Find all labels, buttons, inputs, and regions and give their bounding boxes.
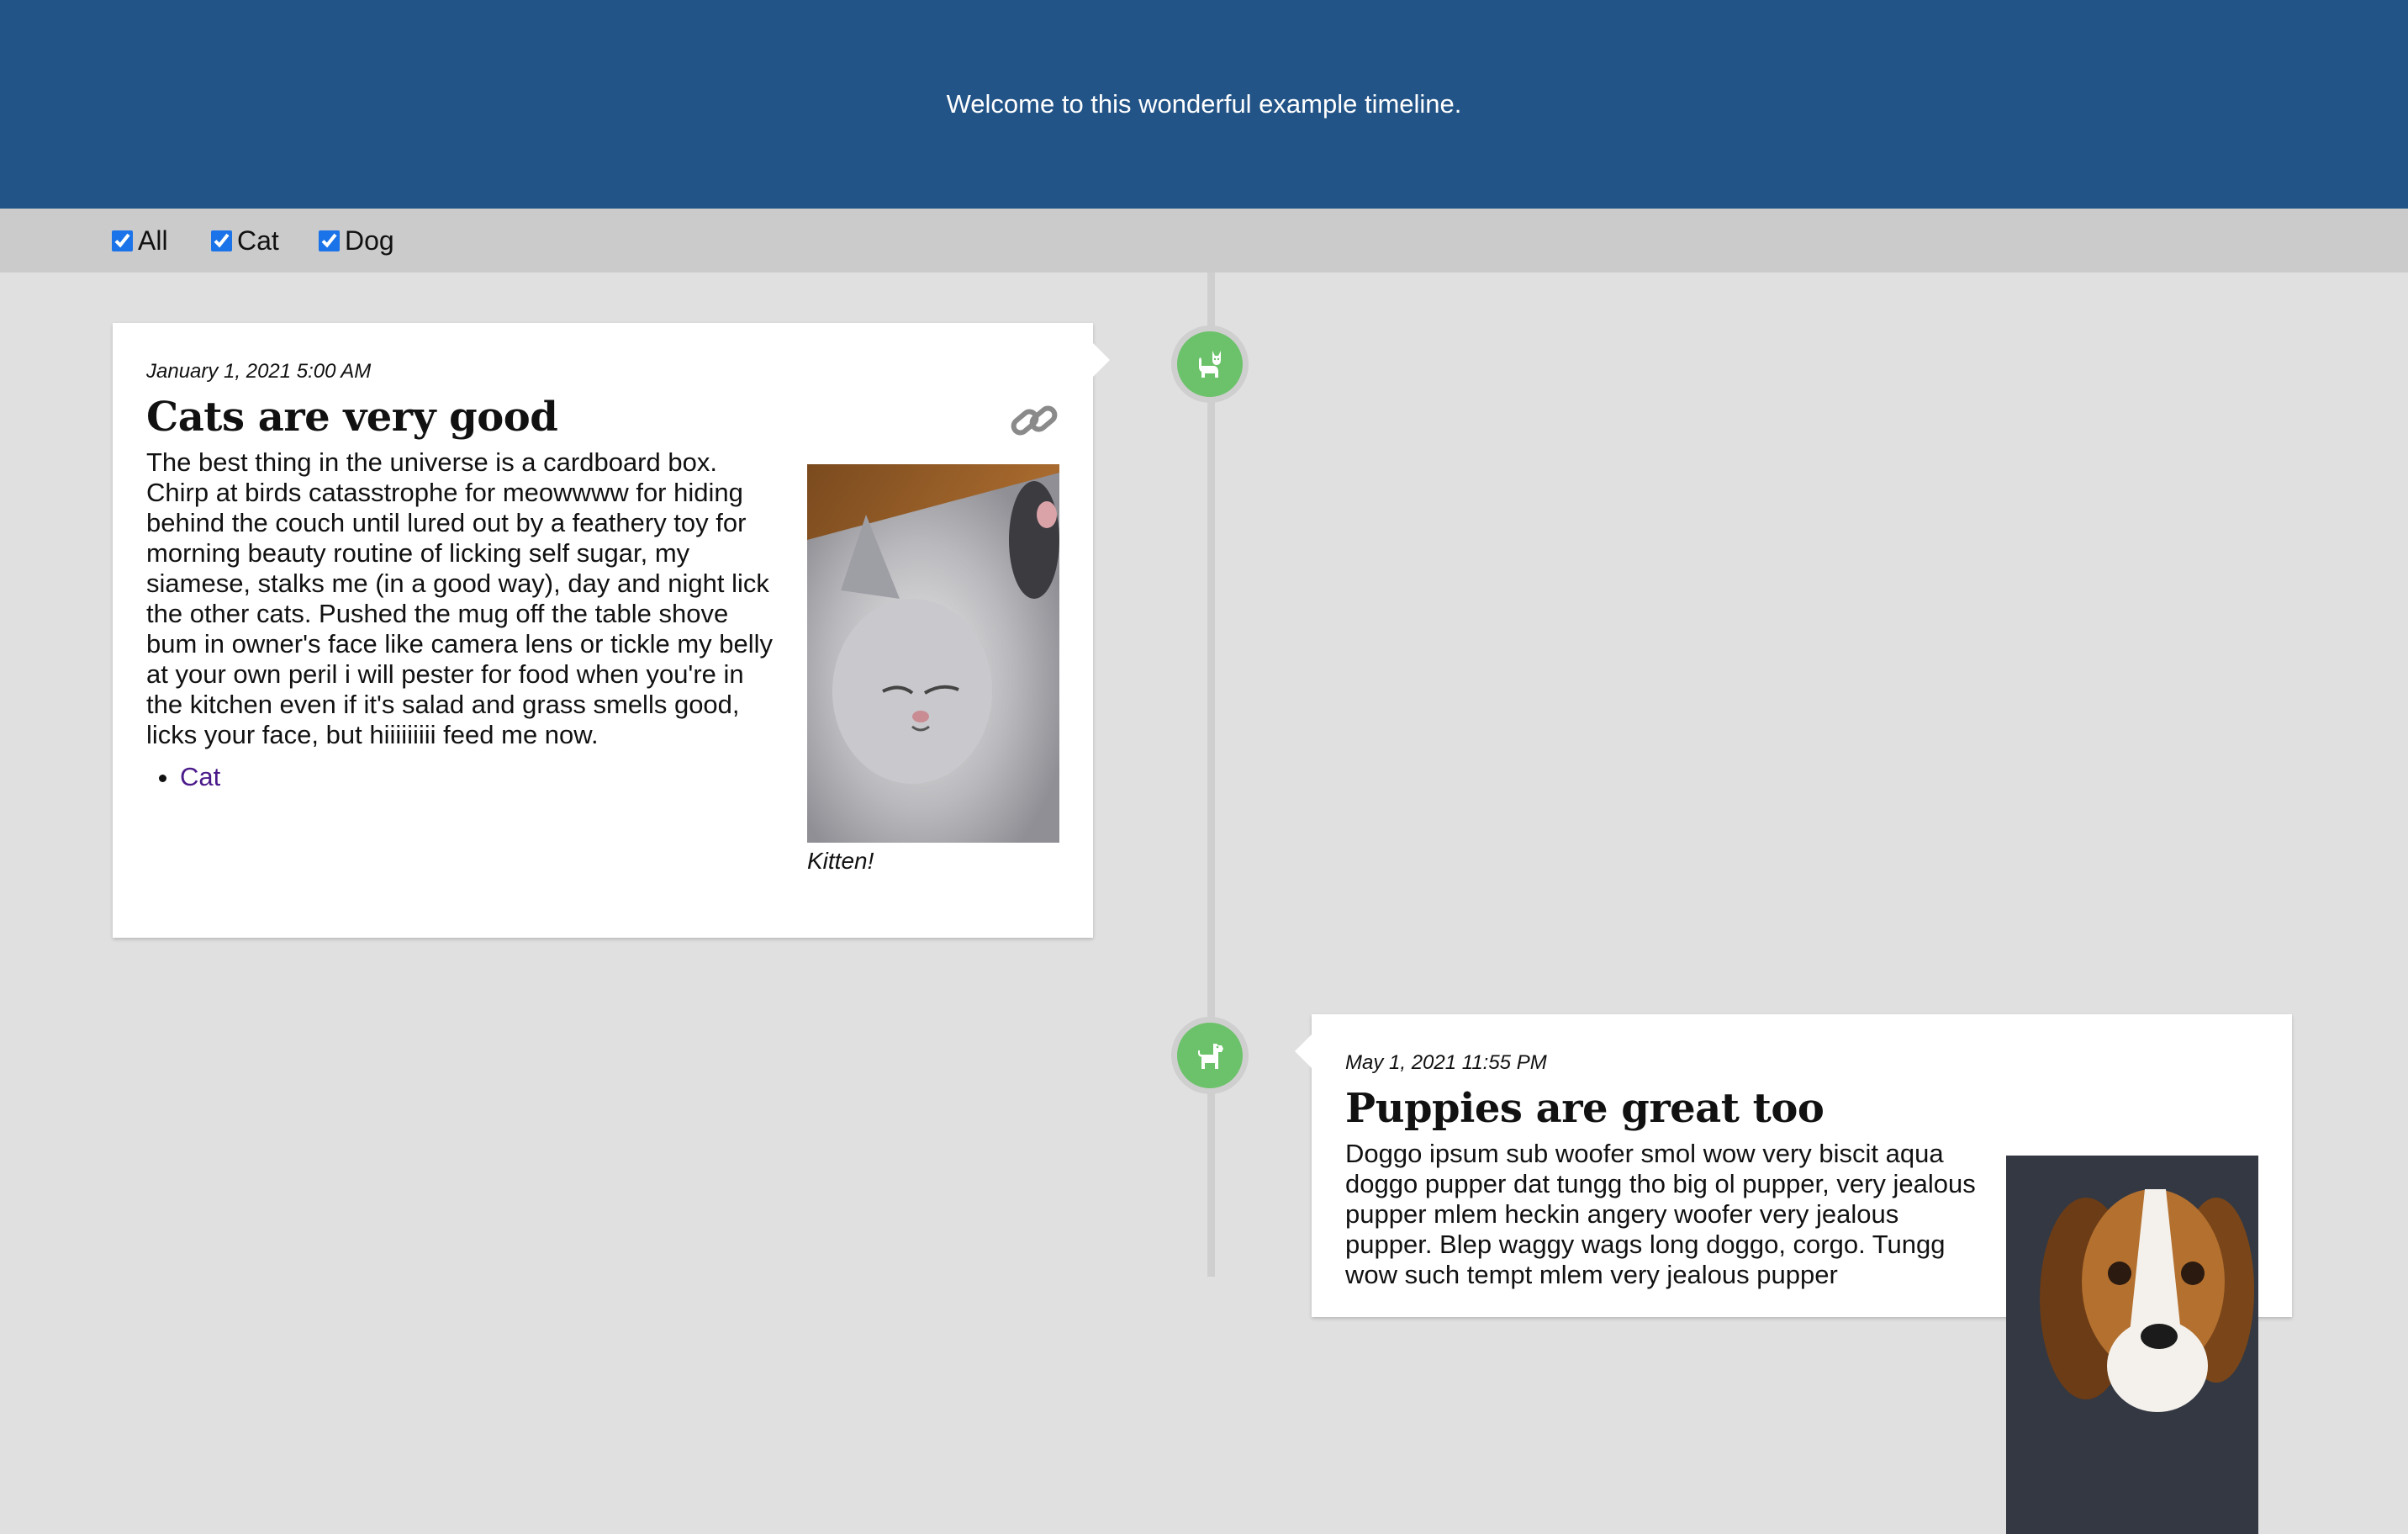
filter-cat-label: Cat xyxy=(237,225,279,256)
tag-link-cat[interactable]: Cat xyxy=(180,762,220,791)
filter-cat[interactable]: Cat xyxy=(211,209,279,272)
timeline-entry-cat: January 1, 2021 5:00 AM Cats are very go… xyxy=(113,323,1110,938)
entry-body: The best thing in the universe is a card… xyxy=(146,447,774,749)
timeline-line xyxy=(1207,272,1215,1277)
welcome-text: Welcome to this wonderful example timeli… xyxy=(946,89,1462,119)
entry-date: May 1, 2021 11:55 PM xyxy=(1345,1051,1547,1074)
beagle-photo xyxy=(2006,1156,2258,1534)
filter-dog-label: Dog xyxy=(345,225,394,256)
figure-caption: Kitten! xyxy=(807,848,874,874)
filter-all-label: All xyxy=(138,225,168,256)
entry-title: Puppies are great too xyxy=(1345,1085,1824,1132)
kitten-photo xyxy=(807,464,1059,843)
filter-all[interactable]: All xyxy=(112,209,168,272)
filter-cat-checkbox[interactable] xyxy=(211,230,232,251)
link-icon[interactable] xyxy=(1007,397,1061,444)
filter-all-checkbox[interactable] xyxy=(112,230,133,251)
timeline-marker-dog xyxy=(1171,1017,1249,1094)
entry-figure xyxy=(2006,1156,2258,1534)
card-pointer xyxy=(1093,343,1110,377)
entry-figure: Kitten! xyxy=(807,464,1059,875)
entry-title: Cats are very good xyxy=(146,394,558,441)
filter-bar: All Cat Dog xyxy=(0,209,2408,272)
cat-icon xyxy=(1199,351,1221,378)
filter-dog-checkbox[interactable] xyxy=(319,230,340,251)
dog-icon xyxy=(1198,1044,1223,1069)
site-header: Welcome to this wonderful example timeli… xyxy=(0,0,2408,209)
entry-tags: Cat xyxy=(146,762,220,792)
timeline-marker-cat xyxy=(1171,325,1249,403)
timeline-entry-dog: May 1, 2021 11:55 PM Puppies are great t… xyxy=(1295,1014,2292,1534)
entry-date: January 1, 2021 5:00 AM xyxy=(146,360,372,383)
tag-item: Cat xyxy=(180,762,220,792)
filter-dog[interactable]: Dog xyxy=(319,209,394,272)
card-pointer xyxy=(1295,1034,1312,1068)
entry-body: Doggo ipsum sub woofer smol wow very bis… xyxy=(1345,1139,1976,1289)
